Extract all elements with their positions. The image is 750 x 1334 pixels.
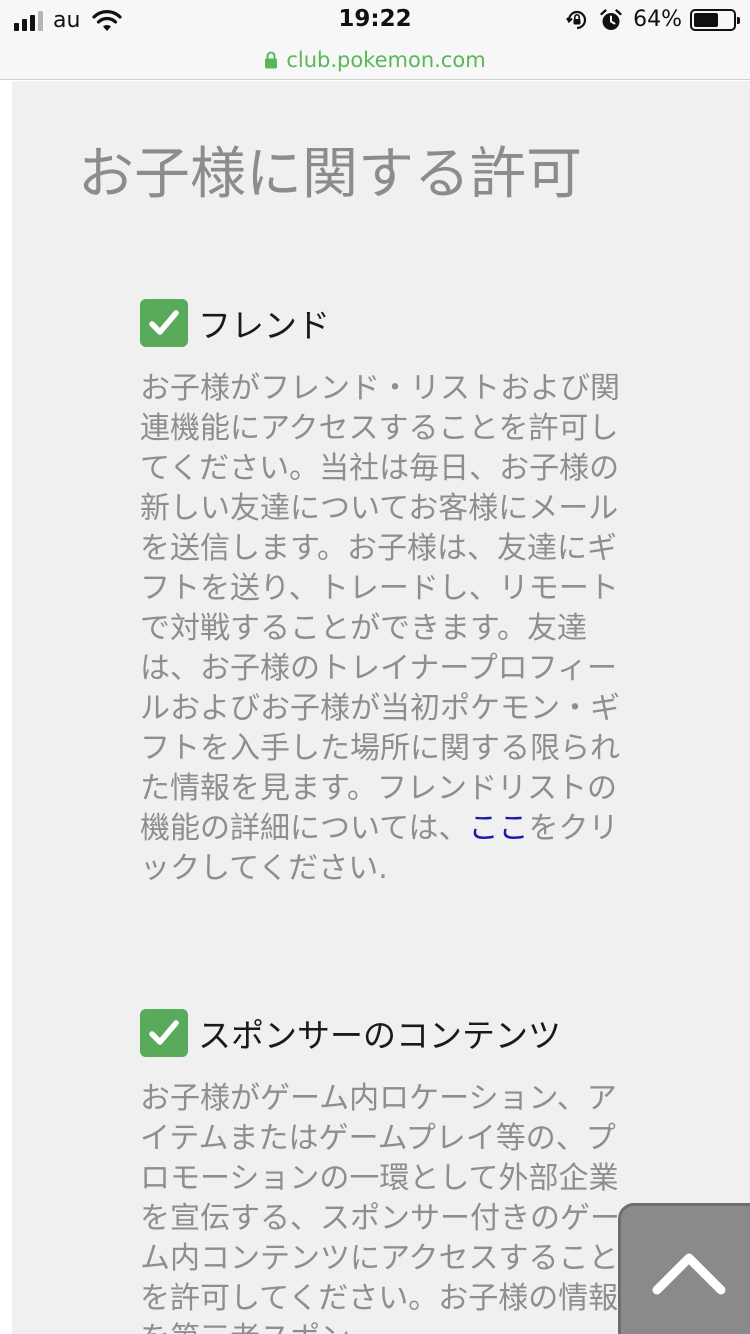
status-right: 64% <box>565 7 740 32</box>
alarm-icon <box>600 8 622 30</box>
friends-description-text: お子様がフレンド・リストおよび関連機能にアクセスすることを許可してください。当社… <box>140 371 620 846</box>
friends-title: フレンド <box>198 306 330 345</box>
checkmark-icon <box>149 1020 179 1045</box>
friends-description: お子様がフレンド・リストおよび関連機能にアクセスすることを許可してください。当社… <box>140 369 630 889</box>
permissions-panel: お子様に関する許可 フレンド お子様がフレンド・リストおよび関連機能にアクセスす… <box>12 81 750 1334</box>
chevron-up-icon <box>652 1253 726 1295</box>
battery-icon <box>690 8 740 31</box>
url-text[interactable]: club.pokemon.com <box>286 48 485 72</box>
section-sponsored-header: スポンサーのコンテンツ <box>140 1009 630 1057</box>
checkmark-icon <box>149 310 179 335</box>
sponsored-content-description: お子様がゲーム内ロケーション、アイテムまたはゲームプレイ等の、プロモーションの一… <box>140 1081 620 1334</box>
friends-here-link[interactable]: ここ <box>469 811 529 846</box>
section-sponsored-content: スポンサーのコンテンツ お子様がゲーム内ロケーション、アイテムまたはゲームプレイ… <box>140 1009 630 1334</box>
section-friends: フレンド お子様がフレンド・リストおよび関連機能にアクセスすることを許可してくだ… <box>140 299 630 889</box>
lock-icon <box>265 51 278 68</box>
scroll-to-top-button[interactable] <box>618 1203 750 1334</box>
sponsored-content-title: スポンサーのコンテンツ <box>198 1016 561 1055</box>
sponsored-content-checkbox[interactable] <box>140 1009 188 1057</box>
battery-percentage: 64% <box>633 7 682 32</box>
battery-fill <box>694 12 719 27</box>
friends-checkbox[interactable] <box>140 299 188 347</box>
orientation-lock-icon <box>566 10 587 29</box>
page-title: お子様に関する許可 <box>78 142 582 207</box>
status-bar: au 19:22 64% <box>0 0 750 40</box>
url-bar[interactable]: club.pokemon.com <box>0 40 750 80</box>
section-friends-header: フレンド <box>140 299 630 347</box>
page-content: お子様に関する許可 フレンド お子様がフレンド・リストおよび関連機能にアクセスす… <box>0 81 750 1334</box>
